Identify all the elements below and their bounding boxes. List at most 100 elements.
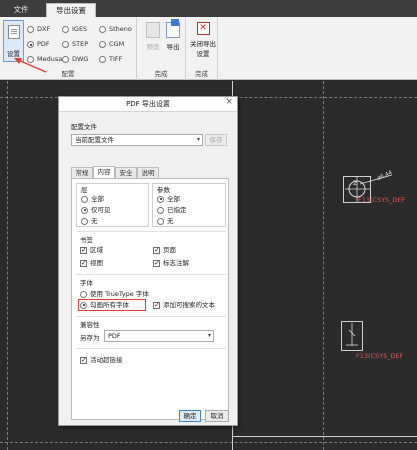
settings-doc-icon [8, 25, 20, 39]
params-group: 参数 全部 已指定 无 [152, 183, 226, 227]
format-option-dwg[interactable]: DWG [62, 54, 88, 65]
view-box [341, 321, 363, 351]
radio [99, 26, 106, 33]
setup-button[interactable]: 设置 [3, 20, 24, 62]
content-tab-panel: 层 全部 仅可见 无 参数 全部 已指定 无 书签 区域 页面 视图 标志注解 … [71, 178, 229, 420]
tab-description[interactable]: 说明 [137, 167, 159, 178]
close-label-line2: 设置 [196, 50, 210, 58]
bookmark-option-view[interactable]: 视图 [80, 258, 103, 268]
tab-security[interactable]: 安全 [115, 167, 137, 178]
layers-title: 层 [81, 186, 88, 194]
layers-option-all[interactable]: 全部 [81, 194, 104, 204]
format-option-dxf[interactable]: DXF [27, 24, 50, 35]
compat-title: 兼容性 [80, 321, 100, 329]
format-option-medusa[interactable]: Medusa [27, 54, 62, 65]
save-config-button[interactable]: 保存 [205, 134, 227, 146]
dashed-line [0, 442, 417, 443]
group-finish: 预览 导出 完成 [137, 17, 186, 80]
font-option-stroke-all[interactable]: 勾画所有字体 [80, 300, 129, 310]
group-label-close: 完成 [195, 70, 208, 78]
save-as-value: PDF [108, 332, 121, 340]
active-hyperlinks-checkbox[interactable]: 活动超链接 [80, 355, 123, 365]
radio-selected [81, 206, 88, 214]
font-option-add-searchable-text[interactable]: 添加可搜索的文本 [153, 300, 215, 310]
chevron-down-icon: ▾ [196, 136, 200, 143]
group-config: 设置 DXF IGES Stheno PDF STEP CGM Medusa D… [0, 17, 137, 80]
group-close: ✕ 关闭导出 设置 完成 [186, 17, 218, 80]
config-file-label: 配置文件 [71, 123, 97, 131]
close-icon: ✕ [196, 22, 210, 35]
export-icon [166, 19, 180, 38]
radio [80, 290, 87, 298]
config-file-value: 当前配置文件 [75, 136, 114, 144]
frame-line [232, 436, 417, 437]
radio [27, 26, 34, 33]
close-export-settings-button[interactable]: ✕ 关闭导出 设置 [188, 20, 218, 60]
layers-group: 层 全部 仅可见 无 [76, 183, 149, 227]
csys-label: F13(CSYS_DEF [358, 196, 406, 204]
radio [99, 41, 106, 48]
dialog-title: PDF 导出设置 [59, 97, 237, 112]
ribbon: 设置 DXF IGES Stheno PDF STEP CGM Medusa D… [0, 17, 417, 80]
radio [99, 56, 106, 63]
format-option-tiff[interactable]: TIFF [99, 54, 122, 65]
radio [62, 56, 69, 63]
ribbon-tab-bar: 文件 导出设置 [0, 0, 417, 17]
divider [76, 348, 226, 349]
tab-general[interactable]: 常规 [71, 167, 93, 178]
tab-file[interactable]: 文件 [6, 3, 36, 17]
params-option-none[interactable]: 无 [157, 216, 174, 226]
checkbox-checked [153, 245, 160, 255]
csys-label: F13(CSYS_DEF [356, 352, 404, 360]
format-option-step[interactable]: STEP [62, 39, 88, 50]
checkbox-checked [153, 258, 160, 268]
format-option-cgm[interactable]: CGM [99, 39, 124, 50]
bookmark-option-page[interactable]: 页面 [153, 245, 176, 255]
params-option-specified[interactable]: 已指定 [157, 205, 187, 215]
format-option-pdf[interactable]: PDF [27, 39, 50, 50]
close-label-line1: 关闭导出 [190, 40, 216, 48]
checkbox-checked [80, 258, 87, 268]
radio [62, 41, 69, 48]
font-option-use-truetype[interactable]: 使用 TrueType 字体 [80, 289, 149, 299]
radio [157, 217, 164, 225]
group-label-finish: 完成 [154, 70, 168, 78]
ok-button[interactable]: 确定 [179, 410, 201, 422]
params-option-all[interactable]: 全部 [157, 194, 180, 204]
format-option-iges[interactable]: IGES [62, 24, 87, 35]
setup-button-label: 设置 [7, 50, 20, 58]
radio [81, 217, 88, 225]
cancel-button[interactable]: 取消 [205, 410, 229, 422]
layers-option-visible-only[interactable]: 仅可见 [81, 205, 111, 215]
radio-selected [157, 195, 164, 203]
dashed-line [323, 81, 324, 450]
radio [62, 26, 69, 33]
export-button[interactable]: 导出 [159, 19, 187, 60]
export-button-label: 导出 [166, 43, 180, 51]
checkbox-checked [80, 355, 87, 365]
dialog-close-icon[interactable]: × [225, 97, 233, 107]
divider [76, 316, 226, 317]
chevron-down-icon: ▾ [207, 332, 211, 339]
checkbox-checked [153, 300, 160, 310]
bookmark-option-flag-notes[interactable]: 标志注解 [153, 258, 189, 268]
params-title: 参数 [157, 186, 170, 194]
dashed-line [7, 81, 8, 450]
bookmark-option-region[interactable]: 区域 [80, 245, 103, 255]
save-as-label: 另存为 [80, 334, 100, 342]
config-file-select[interactable]: 当前配置文件 ▾ [71, 134, 203, 146]
pdf-export-settings-dialog: PDF 导出设置 × 配置文件 当前配置文件 ▾ 保存 常规 内容 安全 说明 … [58, 96, 238, 426]
checkbox-checked [80, 245, 87, 255]
save-as-select[interactable]: PDF ▾ [104, 330, 214, 342]
layers-option-none[interactable]: 无 [81, 216, 98, 226]
tab-export-settings[interactable]: 导出设置 [46, 3, 96, 17]
radio [157, 206, 164, 214]
axis-marker-label: Z [353, 179, 358, 187]
bookmarks-title: 书签 [80, 236, 93, 244]
radio-selected [27, 41, 34, 48]
fonts-title: 字体 [80, 279, 93, 287]
radio [81, 195, 88, 203]
radio-selected [80, 301, 87, 309]
divider [76, 231, 226, 232]
format-option-stheno[interactable]: Stheno [99, 24, 132, 35]
